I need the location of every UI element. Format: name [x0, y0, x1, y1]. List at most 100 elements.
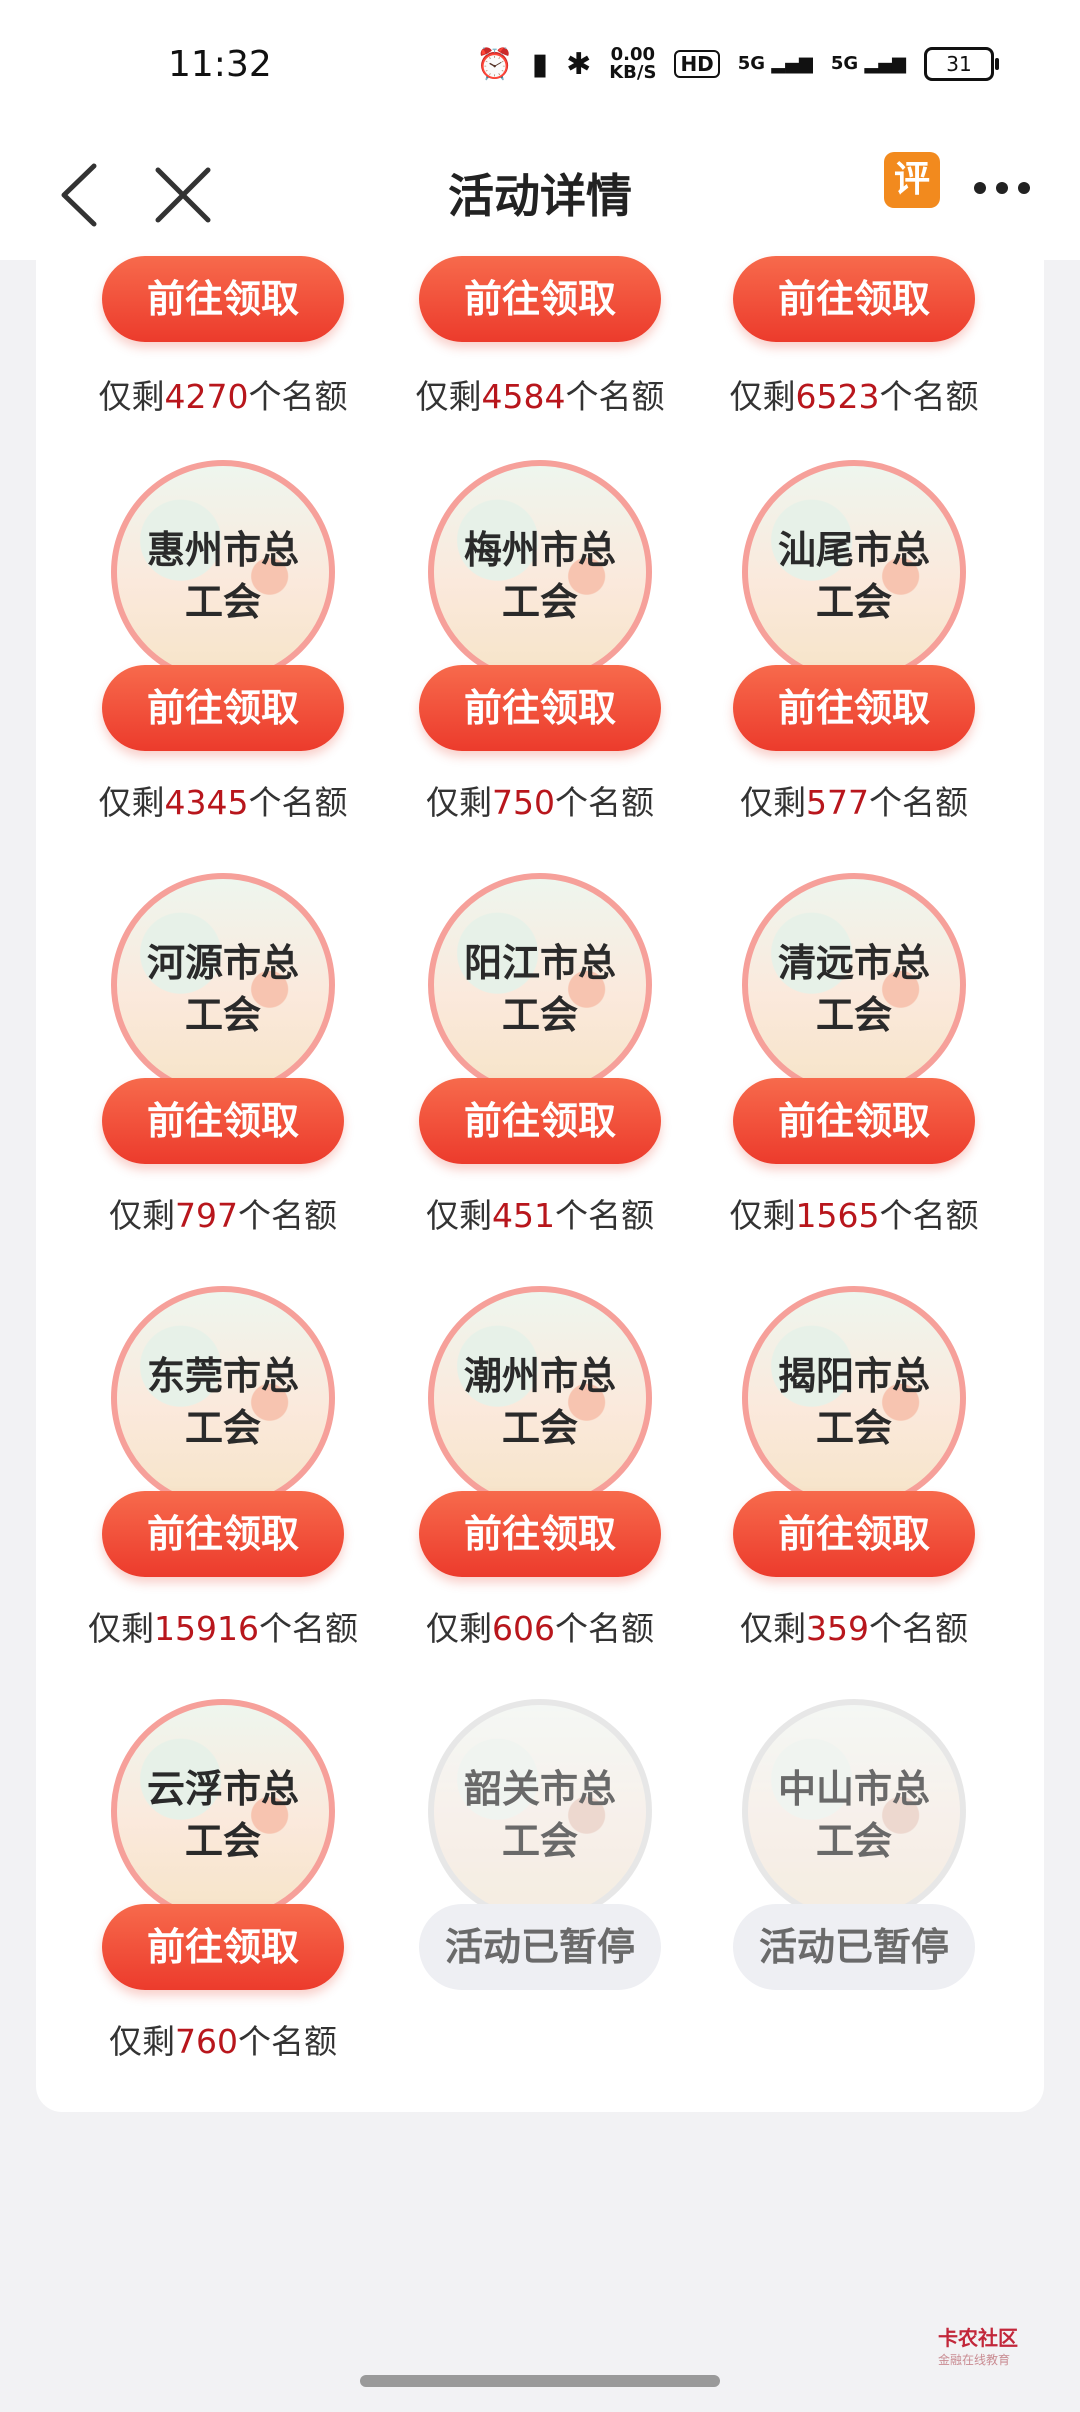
union-name: 阳江市总 工会 [434, 937, 646, 1041]
union-name-line2: 工会 [184, 1406, 261, 1450]
claim-button[interactable]: 前往领取 [102, 1078, 344, 1164]
union-name: 云浮市总 工会 [117, 1763, 329, 1867]
union-name-line2: 工会 [815, 1819, 892, 1863]
remaining-quota: 仅剩359个名额 [697, 1602, 1011, 1650]
remaining-quota: 仅剩606个名额 [383, 1602, 697, 1650]
app-header: 活动详情 评 [0, 130, 1080, 260]
union-name: 惠州市总 工会 [117, 524, 329, 628]
vibrate-icon: ▮ [531, 46, 549, 82]
quota-prefix: 仅剩 [740, 1609, 806, 1648]
activity-card: 前往领取 仅剩4270个名额 前往领取 仅剩4584个名额 前往领取 仅剩6523个名额惠… [36, 256, 1044, 2112]
union-cell: 梅州市总 工会 前往领取 仅剩750个名额 [383, 460, 697, 860]
union-badge: 韶关市总 工会 [428, 1699, 652, 1923]
remaining-quota: 仅剩760个名额 [66, 2015, 380, 2063]
union-badge: 梅州市总 工会 [428, 460, 652, 684]
remaining-quota: 仅剩6523个名额 [697, 370, 1011, 418]
claim-button[interactable]: 前往领取 [102, 256, 344, 342]
more-icon[interactable] [974, 182, 1030, 194]
home-indicator[interactable] [360, 2375, 720, 2387]
union-name: 潮州市总 工会 [434, 1350, 646, 1454]
quota-count: 577 [806, 783, 869, 822]
union-name-line1: 东莞市总 [146, 1354, 299, 1398]
net-speed-unit: KB/S [609, 62, 657, 83]
quota-prefix: 仅剩 [109, 1196, 175, 1235]
quota-suffix: 个名额 [238, 1196, 337, 1235]
union-name-line2: 工会 [815, 1406, 892, 1450]
quota-suffix: 个名额 [248, 783, 348, 822]
union-name: 中山市总 工会 [748, 1763, 960, 1867]
union-name-line2: 工会 [815, 993, 892, 1037]
battery-icon: 31 [924, 47, 999, 81]
quota-count: 6523 [795, 377, 880, 416]
signal-label-2: 5G [830, 53, 859, 74]
quota-suffix: 个名额 [869, 783, 968, 822]
union-name-line2: 工会 [184, 580, 261, 624]
status-icons: ⏰ ▮ ✱ 0.00 KB/S HD 5G ▂▄▆ 5G ▂▄▆ 31 [476, 46, 999, 83]
union-name: 揭阳市总 工会 [748, 1350, 960, 1454]
quota-suffix: 个名额 [879, 1196, 979, 1235]
hd-badge: HD [674, 50, 720, 78]
signal-label-1: 5G [737, 53, 766, 74]
union-cell: 云浮市总 工会前往领取仅剩760个名额 [66, 1699, 380, 2099]
quota-prefix: 仅剩 [729, 377, 796, 416]
claim-button[interactable]: 前往领取 [419, 1491, 661, 1577]
union-name: 汕尾市总 工会 [748, 524, 960, 628]
union-cell: 河源市总 工会 前往领取 仅剩797个名额 [66, 873, 380, 1273]
claim-button[interactable]: 前往领取 [733, 1491, 975, 1577]
quota-suffix: 个名额 [238, 2022, 337, 2061]
quota-prefix: 仅剩 [109, 2022, 175, 2061]
quota-prefix: 仅剩 [426, 783, 492, 822]
rate-icon[interactable]: 评 [884, 152, 940, 208]
union-name-line2: 工会 [815, 580, 892, 624]
remaining-quota: 仅剩797个名额 [66, 1189, 380, 1237]
union-name-line2: 工会 [184, 1819, 261, 1863]
paused-button: 活动已暂停 [419, 1904, 661, 1990]
union-name-line1: 汕尾市总 [777, 528, 930, 572]
quota-count: 797 [175, 1196, 238, 1235]
union-badge: 揭阳市总 工会 [742, 1286, 966, 1510]
claim-button[interactable]: 前往领取 [419, 1078, 661, 1164]
union-cell: 清远市总 工会 前往领取 仅剩1565个名额 [697, 873, 1011, 1273]
quota-count: 1565 [795, 1196, 880, 1235]
union-name-line2: 工会 [501, 1406, 578, 1450]
remaining-quota: 仅剩4270个名额 [66, 370, 380, 418]
union-cell: 汕尾市总工会前往领取仅剩577个名额 [697, 460, 1011, 860]
claim-button[interactable]: 前往领取 [419, 665, 661, 751]
union-badge: 云浮市总 工会 [111, 1699, 335, 1923]
quota-count: 750 [492, 783, 555, 822]
claim-button[interactable]: 前往领取 [419, 256, 661, 342]
union-cell: 东莞市总 工会 前往领取 仅剩15916个名额 [66, 1286, 380, 1686]
union-name-line2: 工会 [501, 1819, 578, 1863]
union-badge: 汕尾市总 工会 [742, 460, 966, 684]
union-badge: 阳江市总 工会 [428, 873, 652, 1097]
claim-button[interactable]: 前往领取 [102, 665, 344, 751]
union-name: 韶关市总 工会 [434, 1763, 646, 1867]
status-time: 11:32 [168, 44, 272, 85]
remaining-quota: 仅剩1565个名额 [697, 1189, 1011, 1237]
quota-count: 451 [492, 1196, 555, 1235]
union-name-line1: 梅州市总 [463, 528, 616, 572]
quota-prefix: 仅剩 [426, 1196, 492, 1235]
remaining-quota: 仅剩451个名额 [383, 1189, 697, 1237]
claim-button[interactable]: 前往领取 [733, 1078, 975, 1164]
quota-count: 359 [806, 1609, 869, 1648]
union-cell: 韶关市总 工会活动已暂停 [383, 1699, 697, 2099]
claim-button[interactable]: 前往领取 [102, 1491, 344, 1577]
quota-prefix: 仅剩 [426, 1609, 492, 1648]
union-cell: 潮州市总 工会前往领取仅剩606个名额 [383, 1286, 697, 1686]
union-cell: 前往领取仅剩4270个名额 [66, 256, 380, 420]
quota-prefix: 仅剩 [415, 377, 482, 416]
remaining-quota: 仅剩4584个名额 [383, 370, 697, 418]
claim-button[interactable]: 前往领取 [733, 256, 975, 342]
union-cell: 中山市总 工会 活动已暂停 [697, 1699, 1011, 2099]
union-name: 东莞市总 工会 [117, 1350, 329, 1454]
union-cell: 揭阳市总 工会前往领取仅剩359个名额 [697, 1286, 1011, 1686]
claim-button[interactable]: 前往领取 [733, 665, 975, 751]
claim-button[interactable]: 前往领取 [102, 1904, 344, 1990]
remaining-quota: 仅剩4345个名额 [66, 776, 380, 824]
quota-count: 15916 [154, 1609, 259, 1648]
quota-count: 760 [175, 2022, 238, 2061]
quota-prefix: 仅剩 [740, 783, 806, 822]
union-cell: 阳江市总 工会前往领取仅剩451个名额 [383, 873, 697, 1273]
quota-prefix: 仅剩 [98, 783, 165, 822]
